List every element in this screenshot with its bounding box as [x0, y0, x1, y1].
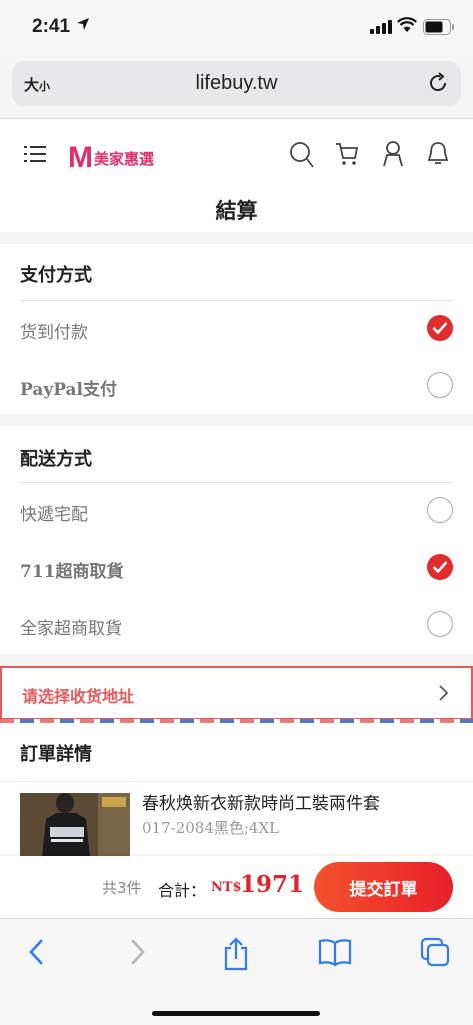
option-label: 全家超商取貨 — [20, 619, 122, 639]
total-label: 合計： — [158, 881, 207, 900]
payment-title: 支付方式 — [20, 265, 92, 286]
product-thumbnail[interactable] — [20, 793, 130, 857]
home-indicator — [152, 1011, 320, 1016]
status-bar: 2:41 — [0, 0, 473, 56]
search-icon[interactable] — [289, 141, 315, 169]
share-icon[interactable] — [222, 937, 250, 971]
site-logo[interactable]: M 美家惠選 — [68, 141, 154, 175]
address-bar[interactable]: 大小 lifebuy.tw — [12, 61, 461, 106]
url-text[interactable]: lifebuy.tw — [12, 72, 461, 95]
address-prompt: 请选择收货地址 — [22, 687, 135, 706]
shipping-option-familymart[interactable]: 全家超商取貨 — [0, 597, 473, 653]
page-title: 結算 — [215, 199, 258, 223]
radio-checked-icon[interactable] — [427, 554, 453, 580]
option-label: PayPal支付 — [20, 380, 118, 400]
shipping-section: 配送方式 快遞宅配 711超商取貨 全家超商取貨 — [0, 426, 473, 654]
shipping-option-home[interactable]: 快遞宅配 — [0, 483, 473, 539]
option-label: 711超商取貨 — [20, 562, 124, 582]
shipping-title: 配送方式 — [20, 449, 92, 470]
shipping-option-711[interactable]: 711超商取貨 — [0, 540, 473, 596]
bell-icon[interactable] — [427, 141, 449, 167]
brand-name: 美家惠選 — [94, 149, 155, 168]
bookmarks-icon[interactable] — [318, 937, 352, 967]
radio-unchecked-icon[interactable] — [427, 372, 453, 398]
user-icon[interactable] — [382, 141, 404, 167]
item-count: 共3件 — [102, 879, 142, 897]
payment-section: 支付方式 货到付款 PayPal支付 — [0, 244, 473, 414]
product-spec: 017-2084黑色;4XL — [142, 819, 280, 837]
payment-option-cod[interactable]: 货到付款 — [0, 301, 473, 357]
order-details-section: 訂單詳情 春秋焕新衣新款時尚工裝兩件套 017-2084黑色;4XL — [0, 723, 473, 858]
chevron-right-icon — [439, 685, 449, 701]
menu-icon[interactable] — [24, 145, 46, 163]
cellular-signal-icon — [370, 20, 392, 34]
status-time: 2:41 — [32, 16, 71, 37]
radio-checked-icon[interactable] — [427, 315, 453, 341]
payment-option-paypal[interactable]: PayPal支付 — [0, 358, 473, 414]
tabs-icon[interactable] — [420, 937, 450, 967]
site-header: M 美家惠選 結算 — [0, 119, 473, 232]
option-label: 快遞宅配 — [20, 505, 88, 525]
browser-toolbar — [0, 918, 473, 1025]
divider — [0, 781, 473, 782]
reload-icon[interactable] — [427, 72, 449, 94]
battery-icon — [423, 19, 454, 35]
select-address-button[interactable]: 请选择收货地址 — [0, 666, 473, 720]
order-title: 訂單詳情 — [20, 744, 92, 765]
back-icon[interactable] — [28, 937, 46, 967]
forward-icon[interactable] — [128, 937, 146, 967]
currency: NT$ — [211, 880, 242, 895]
cart-icon[interactable] — [335, 141, 359, 167]
submit-order-button[interactable]: 提交訂單 — [314, 862, 453, 912]
product-name[interactable]: 春秋焕新衣新款時尚工裝兩件套 — [142, 789, 380, 814]
radio-unchecked-icon[interactable] — [427, 497, 453, 523]
location-arrow-icon — [77, 18, 89, 30]
total-amount: 1971 — [240, 871, 305, 898]
checkout-bar: 共3件 合計： NT$ 1971 提交訂單 — [0, 856, 473, 918]
wifi-icon — [397, 17, 417, 32]
option-label: 货到付款 — [20, 323, 88, 343]
radio-unchecked-icon[interactable] — [427, 611, 453, 637]
logo-mark: M — [68, 141, 93, 174]
